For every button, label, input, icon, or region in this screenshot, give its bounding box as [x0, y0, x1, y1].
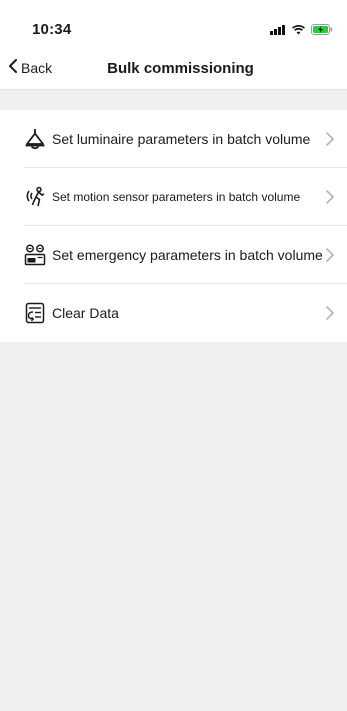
status-time: 10:34: [32, 21, 72, 38]
section-spacer: [0, 90, 347, 110]
menu-item-label: Set luminaire parameters in batch volume: [52, 131, 311, 147]
chevron-right-icon: [326, 306, 334, 320]
chevron-right-icon: [326, 248, 334, 262]
commissioning-menu: Set luminaire parameters in batch volume…: [0, 110, 347, 342]
wifi-icon: [292, 22, 305, 40]
chevron-right-icon: [326, 132, 334, 146]
menu-item-emergency-parameters[interactable]: Set emergency parameters in batch volume: [0, 226, 347, 284]
luminaire-icon: [24, 128, 46, 150]
status-bar: 10:34: [0, 0, 347, 48]
menu-item-label: Set motion sensor parameters in batch vo…: [52, 190, 301, 204]
emergency-icon: [24, 244, 46, 266]
page-title: Bulk commissioning: [107, 60, 254, 77]
menu-item-clear-data[interactable]: Clear Data: [0, 284, 347, 342]
status-icons: [270, 22, 333, 40]
signal-icon: [270, 22, 286, 40]
navigation-bar: Back Bulk commissioning: [0, 48, 347, 90]
menu-item-label: Set emergency parameters in batch volume: [52, 247, 323, 263]
menu-item-luminaire-parameters[interactable]: Set luminaire parameters in batch volume: [0, 110, 347, 168]
chevron-right-icon: [326, 190, 334, 204]
motion-sensor-icon: [24, 186, 46, 208]
clear-data-icon: [24, 302, 46, 324]
menu-item-label: Clear Data: [52, 305, 119, 321]
menu-item-motion-sensor-parameters[interactable]: Set motion sensor parameters in batch vo…: [0, 168, 347, 226]
battery-charging-icon: [311, 22, 333, 40]
